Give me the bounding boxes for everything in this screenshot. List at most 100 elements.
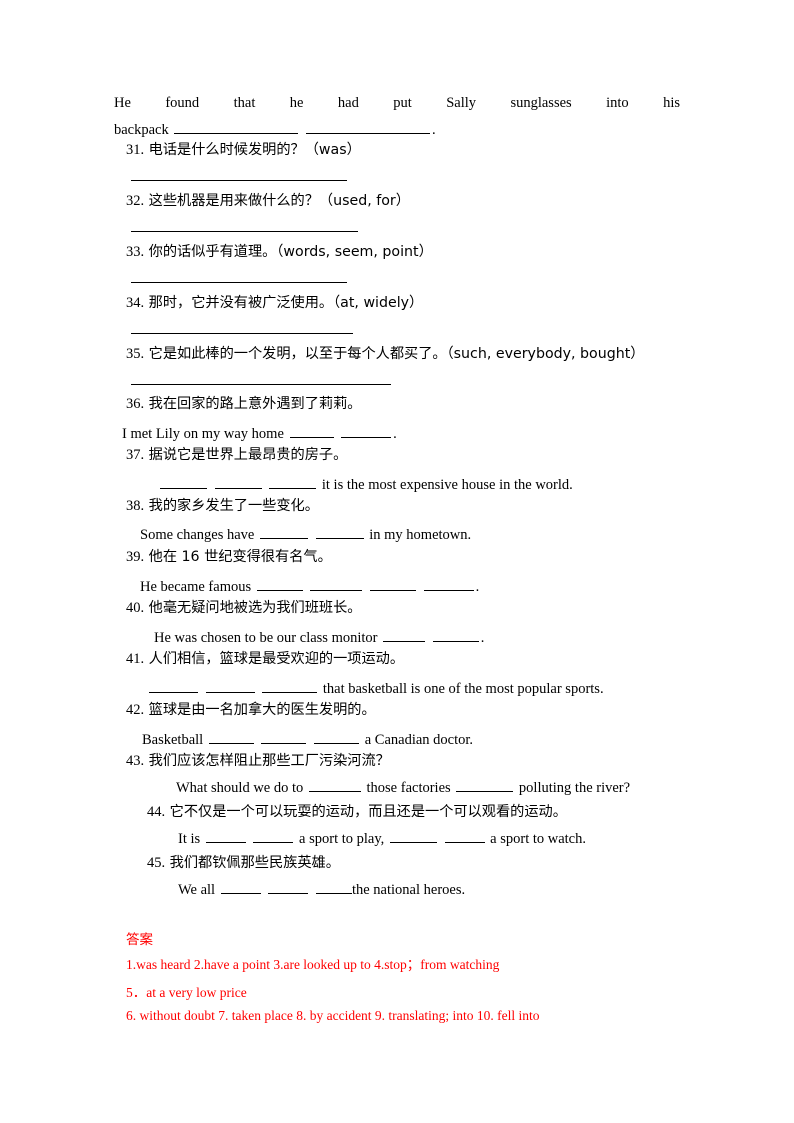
question-number: 45. [147,855,166,871]
question-number: 33. [126,244,145,260]
answer-blank[interactable] [315,879,352,894]
sentence-suffix: . [475,578,480,595]
answer-blank[interactable] [205,828,246,843]
answer-blank-line[interactable] [131,282,347,283]
answer-blank[interactable] [149,678,198,693]
question-39-chinese: 39. 他在 16 世纪变得很有名气。 [126,550,332,565]
question-text: 我在回家的路上意外遇到了莉莉。 [148,396,362,412]
question-39-english: He became famous . [140,576,480,595]
answer-blank[interactable] [289,423,334,438]
question-text: 它是如此棒的一个发明，以至于每个人都买了。（such, everybody, b… [148,346,645,362]
question-number: 40. [126,600,145,616]
sentence-prefix: What should we do to [176,779,304,796]
answer-blank[interactable] [214,474,262,489]
answer-blank[interactable] [310,576,363,591]
worksheet-page: He found that he had put Sally sunglasse… [0,0,794,1123]
answer-key-line: 6. without doubt 7. taken place 8. by ac… [126,1008,540,1023]
sentence-suffix: a Canadian doctor. [364,731,474,748]
top-sentence-word: found [165,95,200,111]
question-38-chinese: 38. 我的家乡发生了一些变化。 [126,499,319,514]
sentence-prefix: Some changes have [140,526,255,543]
answer-blank-line[interactable] [131,333,353,334]
question-number: 36. [126,396,145,412]
answer-blank[interactable] [160,474,207,489]
answer-blank[interactable] [259,524,308,539]
question-text: 这些机器是用来做什么的？（used, for） [148,193,410,209]
question-37-chinese: 37. 据说它是世界上最昂贵的房子。 [126,448,347,463]
question-43-chinese: 43. 我们应该怎样阻止那些工厂污染河流？ [126,754,390,769]
question-33-chinese: 33. 你的话似乎有道理。（words, seem, point） [126,245,433,260]
question-37-english: it is the most expensive house in the wo… [158,474,573,492]
top-sentence-word: put [393,95,412,111]
question-41-chinese: 41. 人们相信，篮球是最受欢迎的一项运动。 [126,652,404,667]
top-sentence-word: had [337,95,359,111]
answer-blank-line[interactable] [131,231,358,232]
answer-blank[interactable] [253,828,294,843]
top-sentence-word: He [114,95,131,111]
question-number: 43. [126,753,145,769]
answer-blank[interactable] [306,119,430,134]
answer-blank[interactable] [389,828,437,843]
question-number: 42. [126,702,145,718]
top-sentence-word: into [606,95,629,111]
answer-blank[interactable] [220,879,261,894]
question-36-chinese: 36. 我在回家的路上意外遇到了莉莉。 [126,397,361,412]
answer-blank[interactable] [315,524,364,539]
question-text: 那时，它并没有被广泛使用。（at, widely） [148,295,424,311]
question-32-chinese: 32. 这些机器是用来做什么的？（used, for） [126,194,410,209]
answer-key-title: 答案 [126,932,153,948]
answer-blank-line[interactable] [131,180,347,181]
question-text: 篮球是由一名加拿大的医生发明的。 [148,702,376,718]
answer-key-line: 1.was heard 2.have a point 3.are looked … [126,957,500,972]
sentence-prefix: It is [178,830,201,847]
answer-blank[interactable] [208,729,254,744]
answer-blank[interactable] [456,777,514,792]
answer-blank[interactable] [370,576,416,591]
answer-blank-line[interactable] [131,384,391,385]
answer-blank[interactable] [423,576,474,591]
answer-blank[interactable] [261,729,307,744]
question-text: 我的家乡发生了一些变化。 [148,498,319,514]
sentence-suffix: it is the most expensive house in the wo… [321,476,573,493]
answer-blank[interactable] [262,678,318,693]
answer-blank[interactable] [269,474,317,489]
top-sentence-word: his [663,95,680,111]
answer-blank[interactable] [308,777,361,792]
question-text: 他毫无疑问地被选为我们班班长。 [148,600,362,616]
answer-blank[interactable] [256,576,303,591]
sentence-prefix: I met Lily on my way home [122,425,284,442]
question-text: 他在 16 世纪变得很有名气。 [148,549,332,565]
sentence-prefix: We all [178,881,216,898]
question-44-chinese: 44. 它不仅是一个可以玩耍的运动，而且还是一个可以观看的运动。 [147,805,567,820]
top-sentence-word: sunglasses [510,95,572,111]
sentence-middle: those factories [366,779,451,796]
question-number: 41. [126,651,145,667]
sentence-prefix: He became famous [140,578,252,595]
question-text: 据说它是世界上最昂贵的房子。 [148,447,348,463]
question-number: 32. [126,193,145,209]
top-sentence-word: Sally [446,95,477,111]
question-40-chinese: 40. 他毫无疑问地被选为我们班班长。 [126,601,361,616]
answer-blank[interactable] [174,119,299,134]
answer-blank[interactable] [432,627,479,642]
question-text: 我们应该怎样阻止那些工厂污染河流？ [148,753,390,769]
sentence-suffix: the national heroes. [351,881,466,898]
question-number: 34. [126,295,145,311]
top-sentence-continuation: backpack . [114,119,436,139]
question-40-english: He was chosen to be our class monitor . [154,627,485,646]
question-41-english: that basketball is one of the most popul… [147,678,604,696]
sentence-suffix: in my hometown. [369,526,472,543]
question-45-chinese: 45. 我们都钦佩那些民族英雄。 [147,856,340,871]
question-number: 37. [126,447,145,463]
period: . [432,121,436,138]
sentence-suffix: . [393,425,397,442]
answer-blank[interactable] [341,423,392,438]
answer-blank[interactable] [444,828,485,843]
backpack-label: backpack [114,121,169,138]
sentence-middle: a sport to play, [299,830,385,847]
sentence-suffix: . [480,629,485,646]
answer-blank[interactable] [314,729,360,744]
answer-blank[interactable] [383,627,426,642]
answer-blank[interactable] [205,678,255,693]
answer-blank[interactable] [268,879,309,894]
